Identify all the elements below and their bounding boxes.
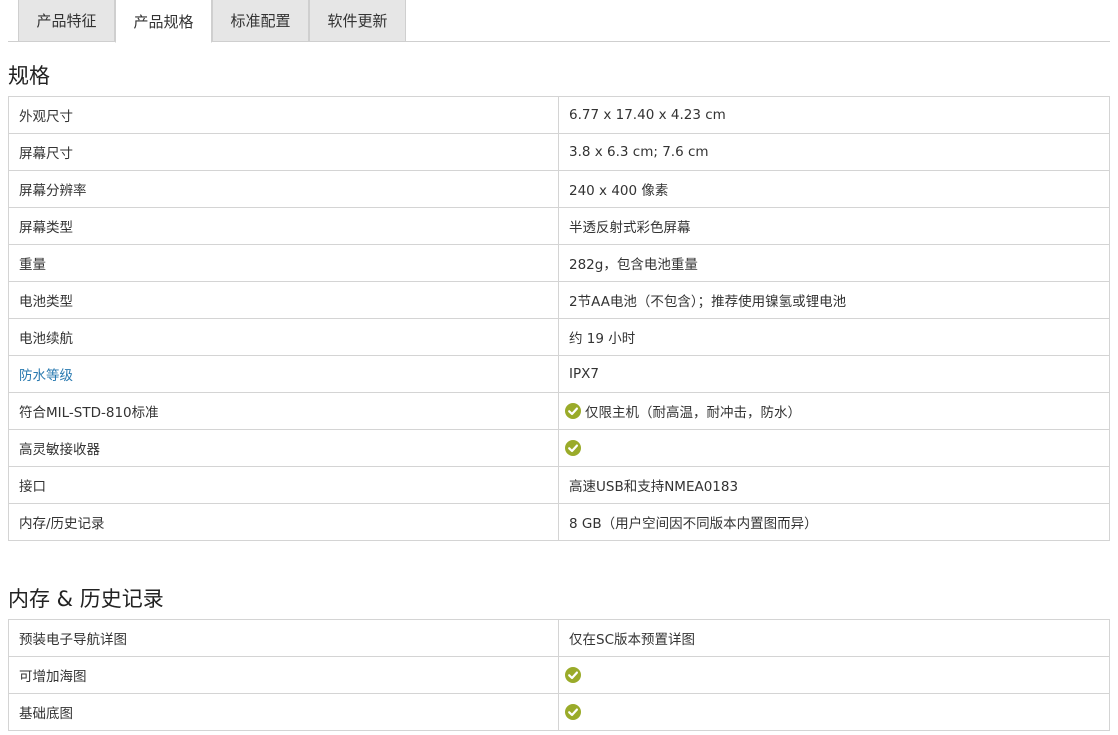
spec-value: 282g，包含电池重量 xyxy=(558,244,1110,282)
spec-label: 基础底图 xyxy=(8,693,559,731)
spec-value-text: 仅在SC版本预置详图 xyxy=(569,632,695,648)
spec-label-link[interactable]: 防水等级 xyxy=(8,355,559,393)
spec-label: 重量 xyxy=(8,244,559,282)
spec-value: 半透反射式彩色屏幕 xyxy=(558,207,1110,245)
section-title-memory-history: 内存 & 历史记录 xyxy=(8,587,164,611)
spec-label: 外观尺寸 xyxy=(8,96,559,134)
table-row: 屏幕尺寸 3.8 x 6.3 cm; 7.6 cm xyxy=(8,133,1110,171)
tab-product-features[interactable]: 产品特征 xyxy=(18,0,115,42)
spec-value-text: 282g，包含电池重量 xyxy=(569,257,698,273)
table-row: 电池类型 2节AA电池（不包含）；推荐使用镍氢或锂电池 xyxy=(8,281,1110,319)
table-row: 屏幕分辨率 240 x 400 像素 xyxy=(8,170,1110,208)
section-title-specs: 规格 xyxy=(8,64,50,88)
table-row: 可增加海图 xyxy=(8,656,1110,694)
spec-value-text: 仅限主机（耐高温，耐冲击，防水） xyxy=(585,405,801,421)
spec-label: 符合MIL-STD-810标准 xyxy=(8,392,559,430)
spec-label: 可增加海图 xyxy=(8,656,559,694)
spec-value-text: 240 x 400 像素 xyxy=(569,183,669,199)
memory-history-table: 预装电子导航详图 仅在SC版本预置详图 可增加海图 基础底图 xyxy=(8,619,1110,731)
spec-value xyxy=(558,656,1110,694)
spec-label: 屏幕类型 xyxy=(8,207,559,245)
spec-value-text: 6.77 x 17.40 x 4.23 cm xyxy=(569,107,726,123)
spec-value: 高速USB和支持NMEA0183 xyxy=(558,466,1110,504)
spec-value: 2节AA电池（不包含）；推荐使用镍氢或锂电池 xyxy=(558,281,1110,319)
spec-value: 仅在SC版本预置详图 xyxy=(558,619,1110,657)
spec-value-text: 3.8 x 6.3 cm; 7.6 cm xyxy=(569,144,709,160)
table-row: 接口 高速USB和支持NMEA0183 xyxy=(8,466,1110,504)
spec-value: 6.77 x 17.40 x 4.23 cm xyxy=(558,96,1110,134)
spec-label: 电池类型 xyxy=(8,281,559,319)
spec-value: 240 x 400 像素 xyxy=(558,170,1110,208)
spec-value: 3.8 x 6.3 cm; 7.6 cm xyxy=(558,133,1110,171)
spec-value: 仅限主机（耐高温，耐冲击，防水） xyxy=(558,392,1110,430)
table-row: 屏幕类型 半透反射式彩色屏幕 xyxy=(8,207,1110,245)
spec-label: 高灵敏接收器 xyxy=(8,429,559,467)
spec-value-text: 8 GB（用户空间因不同版本内置图而异） xyxy=(569,516,818,532)
spec-value-text: 高速USB和支持NMEA0183 xyxy=(569,479,739,495)
table-row: 防水等级 IPX7 xyxy=(8,355,1110,393)
spec-label: 电池续航 xyxy=(8,318,559,356)
spec-label: 屏幕尺寸 xyxy=(8,133,559,171)
table-row: 高灵敏接收器 xyxy=(8,429,1110,467)
spec-label: 屏幕分辨率 xyxy=(8,170,559,208)
spec-value-text: 2节AA电池（不包含）；推荐使用镍氢或锂电池 xyxy=(569,294,847,310)
spec-value: 约 19 小时 xyxy=(558,318,1110,356)
spec-value-text: 约 19 小时 xyxy=(569,331,636,347)
tab-software-updates[interactable]: 软件更新 xyxy=(309,0,406,42)
table-row: 符合MIL-STD-810标准 仅限主机（耐高温，耐冲击，防水） xyxy=(8,392,1110,430)
specs-table: 外观尺寸 6.77 x 17.40 x 4.23 cm 屏幕尺寸 3.8 x 6.3 … xyxy=(8,96,1110,541)
check-circle-icon xyxy=(565,667,581,683)
spec-value: IPX7 xyxy=(558,355,1110,393)
check-circle-icon xyxy=(565,403,581,419)
spec-value: 8 GB（用户空间因不同版本内置图而异） xyxy=(558,503,1110,541)
table-row: 重量 282g，包含电池重量 xyxy=(8,244,1110,282)
spec-value xyxy=(558,429,1110,467)
table-row: 电池续航约 19 小时 xyxy=(8,318,1110,356)
check-circle-icon xyxy=(565,704,581,720)
tab-product-specs[interactable]: 产品规格 xyxy=(115,0,212,43)
table-row: 内存/历史记录 8 GB（用户空间因不同版本内置图而异） xyxy=(8,503,1110,541)
tab-bar: 产品特征 产品规格 标准配置 软件更新 xyxy=(8,0,1110,43)
spec-label: 接口 xyxy=(8,466,559,504)
table-row: 预装电子导航详图 仅在SC版本预置详图 xyxy=(8,619,1110,657)
spec-value-text: 半透反射式彩色屏幕 xyxy=(569,220,691,236)
check-circle-icon xyxy=(565,440,581,456)
spec-label: 内存/历史记录 xyxy=(8,503,559,541)
spec-value-text: IPX7 xyxy=(569,366,599,382)
table-row: 基础底图 xyxy=(8,693,1110,731)
table-row: 外观尺寸 6.77 x 17.40 x 4.23 cm xyxy=(8,96,1110,134)
tab-standard-config[interactable]: 标准配置 xyxy=(212,0,309,42)
spec-value xyxy=(558,693,1110,731)
spec-label: 预装电子导航详图 xyxy=(8,619,559,657)
